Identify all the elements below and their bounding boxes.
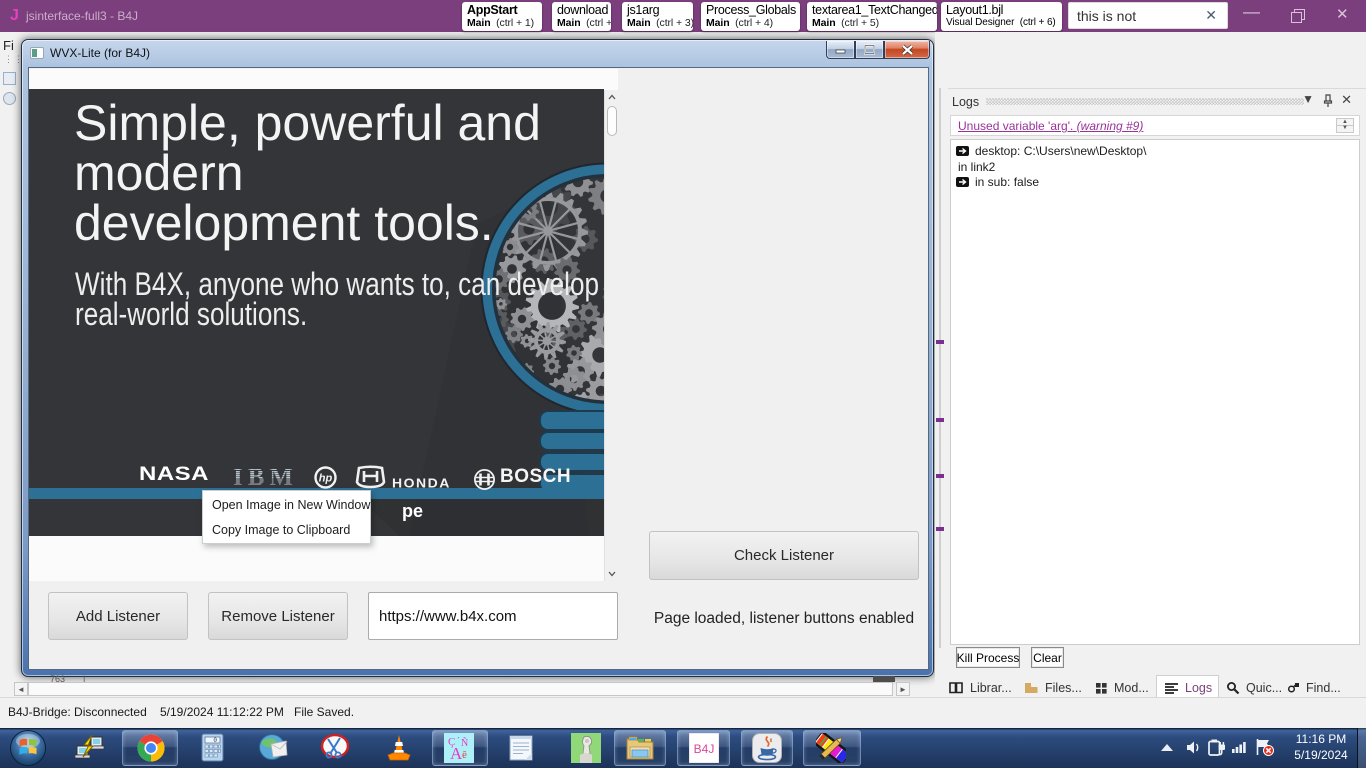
svg-text:B4J: B4J bbox=[694, 742, 715, 756]
svg-text:hp: hp bbox=[319, 473, 333, 485]
svg-text:0: 0 bbox=[213, 737, 217, 744]
svg-text:ê: ê bbox=[462, 749, 467, 761]
